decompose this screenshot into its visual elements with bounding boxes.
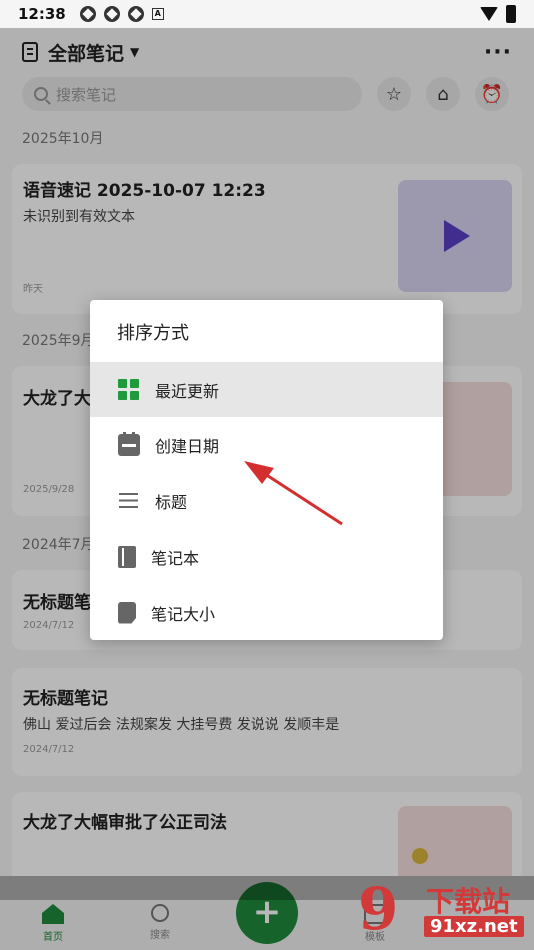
watermark-logo: 9 下载站 91xz.net — [358, 880, 528, 944]
watermark-nine: 9 — [358, 875, 399, 943]
annotation-arrow — [244, 461, 343, 526]
watermark-text: 下载站 — [426, 885, 511, 918]
watermark-url: 91xz.net — [424, 916, 524, 937]
